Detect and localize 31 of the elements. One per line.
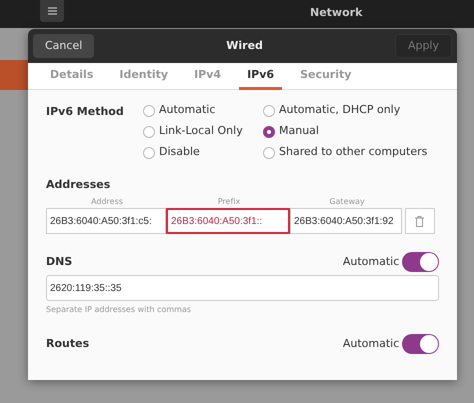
app-title: Network xyxy=(310,5,362,21)
section-label: Routes xyxy=(46,336,90,352)
column-header: Address xyxy=(90,196,124,208)
address-field[interactable]: 26B3:6040:A50:3f1:92 xyxy=(290,208,402,234)
dialog-title: Wired xyxy=(226,38,263,54)
radio-option[interactable]: Manual xyxy=(263,121,319,142)
sidebar-highlight xyxy=(0,60,28,90)
column-header: Prefix xyxy=(216,196,242,208)
automatic-switch[interactable] xyxy=(402,334,439,354)
radio-option[interactable]: Link-Local Only xyxy=(143,121,243,142)
tab[interactable]: IPv6 xyxy=(239,63,282,90)
radio-option[interactable]: Automatic xyxy=(143,100,216,121)
menu-button[interactable] xyxy=(40,0,64,22)
menu-icon xyxy=(48,7,56,15)
radio-option[interactable]: Disable xyxy=(143,142,200,163)
automatic-switch[interactable] xyxy=(402,252,439,272)
trash-icon xyxy=(415,216,424,227)
dns-field[interactable]: 2620:119:35::35 xyxy=(46,275,439,301)
section-label: Addresses xyxy=(46,177,112,193)
address-field[interactable]: 26B3:6040:A50:3f1:c5: xyxy=(46,208,166,234)
address-field[interactable]: 26B3:6040:A50:3f1:: xyxy=(166,208,290,234)
section-label: DNS xyxy=(46,254,72,270)
cancel-button[interactable]: Cancel xyxy=(33,34,94,58)
automatic-label: Automatic xyxy=(342,336,400,352)
radio-option[interactable]: Shared to other computers xyxy=(263,142,428,163)
automatic-label: Automatic xyxy=(342,254,400,270)
hint-text: Separate IP addresses with commas xyxy=(46,304,192,316)
radio-option[interactable]: Automatic, DHCP only xyxy=(263,100,400,121)
column-header: Gateway xyxy=(328,196,366,208)
section-label: IPv6 Method xyxy=(46,105,124,118)
delete-button[interactable] xyxy=(404,208,435,234)
